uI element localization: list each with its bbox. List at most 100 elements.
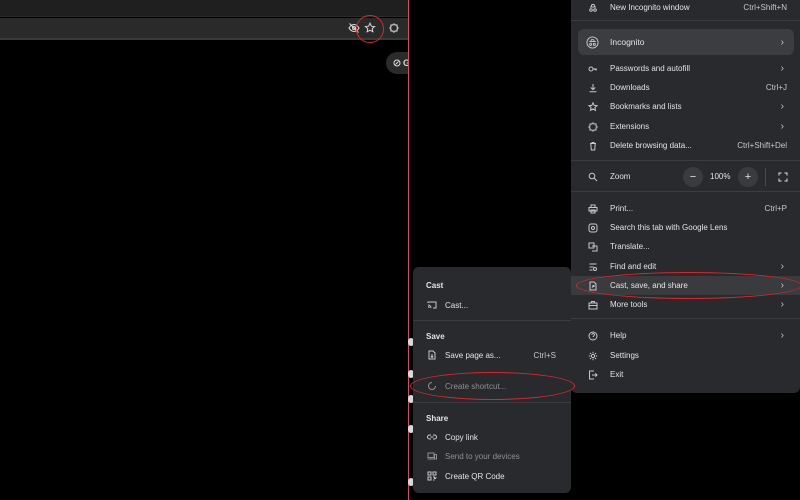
menu-item-label: Exit [610,370,624,379]
link-icon [426,431,438,443]
submenu-separator [413,402,571,403]
bookmark-star-icon[interactable] [362,20,378,36]
menu-separator [571,191,800,192]
submenu-item-cast[interactable]: Cast... [413,296,571,314]
menu-item-label: Bookmarks and lists [610,102,682,111]
submenu-item-send-devices[interactable]: Send to your devices [413,447,571,465]
trash-icon [587,140,599,152]
left-browser-pane [0,0,408,500]
zoom-divider [765,168,766,186]
chevron-right-icon: › [780,36,784,48]
submenu-item-label: Copy link [445,432,478,442]
chevron-right-icon: › [780,330,784,341]
save-file-icon [426,349,438,361]
eye-off-icon[interactable] [346,20,362,36]
menu-item-label: Cast, save, and share [610,281,688,290]
menu-item-shortcut: Ctrl+Shift+Del [737,141,787,150]
chevron-right-icon: › [780,280,784,291]
printer-icon [587,203,599,215]
puzzle-icon [587,121,599,133]
gear-icon [587,350,599,362]
menu-separator [571,20,800,21]
submenu-item-create-shortcut[interactable]: Create shortcut... [413,377,571,395]
menu-item-label: Downloads [610,83,650,92]
menu-item-label: Zoom [610,172,631,181]
menu-item-label: Settings [610,351,639,360]
submenu-item-label: Send to your devices [445,451,520,461]
help-icon [587,330,599,342]
lens-icon [587,222,599,234]
menu-item-label: Delete browsing data... [610,141,692,150]
chevron-right-icon: › [780,299,784,310]
submenu-item-shortcut: Ctrl+S [533,350,556,360]
menu-item-new-incognito[interactable]: New Incognito window Ctrl+Shift+N [571,0,800,17]
submenu-item-save-page[interactable]: Save page as... Ctrl+S [413,346,571,364]
qr-code-icon [426,470,438,482]
chevron-right-icon: › [780,121,784,132]
menu-item-label: Incognito [610,37,645,47]
menu-item-help[interactable]: Help › [571,326,800,345]
incognito-icon [585,35,599,49]
submenu-item-label: Create QR Code [445,471,505,481]
exit-icon [587,369,599,381]
menu-item-label: Passwords and autofill [610,64,691,73]
toolbox-icon [587,299,599,311]
zoom-in-button[interactable]: + [738,167,758,187]
shortcut-loading-icon [426,380,438,392]
menu-item-shortcut: Ctrl+Shift+N [743,3,787,12]
submenu-separator [413,320,571,321]
menu-item-extensions[interactable]: Extensions › [571,117,800,136]
file-share-icon [587,280,599,292]
menu-item-delete-data[interactable]: Delete browsing data... Ctrl+Shift+Del [571,136,800,155]
zoom-out-button[interactable]: − [683,167,703,187]
menu-separator [571,160,800,161]
find-icon [587,261,599,273]
menu-item-cast-save-share[interactable]: Cast, save, and share › [571,276,800,295]
submenu-item-copy-link[interactable]: Copy link [413,428,571,446]
menu-item-exit[interactable]: Exit [571,365,800,384]
menu-separator [571,318,800,319]
menu-item-downloads[interactable]: Downloads Ctrl+J [571,78,800,97]
menu-item-label: Translate... [610,242,650,251]
submenu-item-qr-code[interactable]: Create QR Code [413,467,571,485]
chevron-right-icon: › [780,63,784,74]
menu-item-bookmarks[interactable]: Bookmarks and lists › [571,97,800,116]
submenu-heading-save: Save [426,332,445,341]
cast-icon [426,299,438,311]
menu-item-label: New Incognito window [610,3,690,12]
chevron-right-icon: › [780,101,784,112]
submenu-item-label: Create shortcut... [445,381,507,391]
extensions-puzzle-icon[interactable] [386,20,402,36]
key-icon [587,63,599,75]
submenu-heading-cast: Cast [426,281,444,290]
submenu-heading-share: Share [426,414,449,423]
chevron-right-icon: › [780,261,784,272]
incognito-window-icon [587,2,599,14]
magnifier-icon [587,171,599,183]
menu-item-passwords[interactable]: Passwords and autofill › [571,59,800,78]
menu-item-incognito[interactable]: Incognito › [578,29,794,55]
left-address-bar-border [0,38,408,40]
submenu-item-label: Cast... [445,300,469,310]
menu-item-label: Print... [610,204,634,213]
menu-item-label: Help [610,331,627,340]
translate-icon [587,241,599,253]
menu-item-find-edit[interactable]: Find and edit › [571,257,800,276]
menu-item-translate[interactable]: Translate... [571,237,800,256]
menu-item-label: Extensions [610,122,650,131]
menu-item-label: Search this tab with Google Lens [610,223,728,232]
download-icon [587,82,599,94]
menu-item-label: Find and edit [610,262,657,271]
devices-icon [426,450,438,462]
menu-item-lens[interactable]: Search this tab with Google Lens [571,218,800,237]
menu-item-print[interactable]: Print... Ctrl+P [571,199,800,218]
zoom-level: 100% [710,172,731,181]
fullscreen-icon[interactable] [775,169,791,185]
left-tab-strip [0,0,408,17]
menu-item-settings[interactable]: Settings [571,346,800,365]
star-icon [587,101,599,113]
menu-item-more-tools[interactable]: More tools › [571,295,800,314]
menu-item-label: More tools [610,300,648,309]
submenu-item-label: Save page as... [445,350,501,360]
menu-item-shortcut: Ctrl+P [764,204,787,213]
